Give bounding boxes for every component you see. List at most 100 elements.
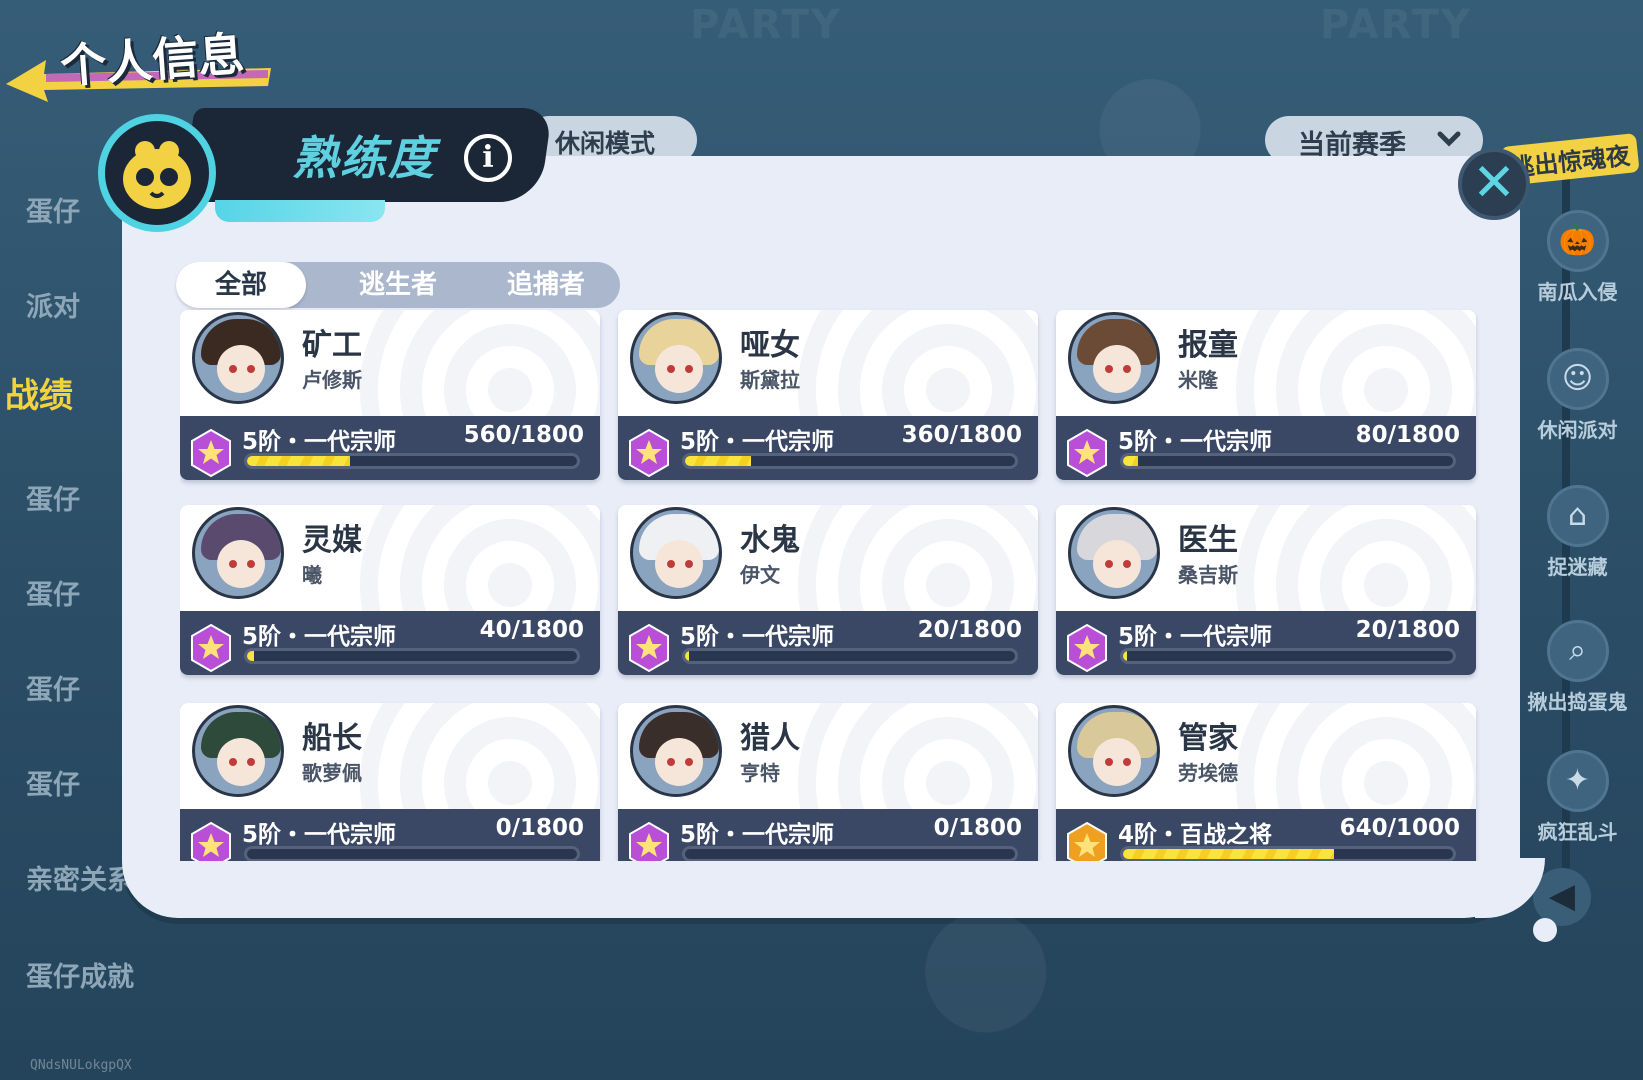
- character-person-name: 亨特: [740, 761, 780, 785]
- info-icon[interactable]: i: [464, 134, 512, 182]
- avatar-eye: [247, 560, 255, 568]
- character-role-name: 管家: [1178, 721, 1238, 756]
- rail-item[interactable]: ⌂ 捉迷藏: [1512, 485, 1643, 580]
- character-person-name: 卢修斯: [302, 368, 362, 392]
- avatar-eye: [1123, 365, 1131, 373]
- progress-track: [682, 846, 1018, 861]
- pumpkin-icon: 🎃: [1546, 210, 1609, 272]
- character-person-name: 米隆: [1178, 368, 1218, 392]
- rank-badge-icon: [1067, 821, 1107, 861]
- rank-bar: 5阶・一代宗师 20/1800: [618, 611, 1038, 675]
- progress-fill: [1123, 456, 1138, 466]
- rank-title: 5阶・一代宗师: [680, 624, 835, 650]
- rank-badge-icon: [629, 623, 669, 673]
- rail-item[interactable]: ☺ 休闲派对: [1512, 348, 1643, 443]
- character-role-name: 猎人: [740, 721, 800, 756]
- page-title: 个人信息: [58, 26, 246, 94]
- tab-1[interactable]: 逃生者: [324, 262, 472, 308]
- side-nav-item[interactable]: 战绩: [5, 368, 73, 417]
- progress-track: [244, 846, 580, 861]
- rail-item-label: 疯狂乱斗: [1537, 820, 1618, 844]
- party-icon: ☺: [1546, 348, 1609, 410]
- avatar-eye: [685, 758, 693, 766]
- proficiency-card[interactable]: 哑女 斯黛拉 5阶・一代宗师 360/1800: [618, 310, 1038, 480]
- rail-item[interactable]: ⌕ 揪出捣蛋鬼: [1512, 620, 1643, 715]
- character-role-name: 哑女: [740, 328, 800, 363]
- rank-badge-icon: [1067, 428, 1107, 478]
- character-avatar: [1068, 312, 1160, 404]
- progress-fill: [1123, 651, 1127, 661]
- rail-item-label: 休闲派对: [1537, 418, 1618, 442]
- proficiency-card[interactable]: 医生 桑吉斯 5阶・一代宗师 20/1800: [1056, 505, 1476, 675]
- character-avatar: [630, 507, 722, 599]
- rank-title: 5阶・一代宗师: [242, 822, 397, 848]
- close-button[interactable]: ✕: [1458, 148, 1530, 220]
- proficiency-grid: 矿工 卢修斯 5阶・一代宗师 560/1800 哑女 斯黛拉 5阶・一代宗师 360/1800…: [180, 308, 1480, 861]
- avatar-face: [655, 738, 703, 786]
- character-avatar: [1068, 507, 1160, 599]
- character-role-name: 水鬼: [740, 523, 800, 558]
- rank-bar: 4阶・百战之将 640/1000: [1056, 809, 1476, 861]
- avatar-eye: [229, 560, 237, 568]
- rank-progress-value: 40/1800: [479, 617, 584, 643]
- tab-2[interactable]: 追捕者: [472, 262, 620, 308]
- rank-progress-value: 80/1800: [1355, 422, 1460, 448]
- character-avatar: [630, 705, 722, 797]
- rail-item-label: 南瓜入侵: [1537, 280, 1618, 304]
- side-nav-item[interactable]: 派对: [26, 285, 80, 324]
- side-nav-item[interactable]: 蛋仔: [26, 763, 80, 802]
- rail-item-label: 揪出捣蛋鬼: [1527, 690, 1628, 714]
- side-nav-item[interactable]: 蛋仔: [26, 190, 80, 229]
- rank-progress-value: 560/1800: [463, 422, 584, 448]
- avatar-eye: [667, 560, 675, 568]
- avatar-eye: [1105, 758, 1113, 766]
- rail-item[interactable]: 🎃 南瓜入侵: [1512, 210, 1643, 305]
- progress-fill: [685, 456, 751, 466]
- rank-badge-icon: [1067, 623, 1107, 673]
- rank-progress-value: 20/1800: [917, 617, 1022, 643]
- side-nav-item[interactable]: 蛋仔: [26, 573, 80, 612]
- rank-progress-value: 0/1800: [933, 815, 1022, 841]
- proficiency-card[interactable]: 管家劳埃德 4阶・百战之将 640/1000: [1056, 703, 1476, 861]
- progress-fill: [685, 651, 689, 661]
- side-nav-item[interactable]: 蛋仔成就: [26, 955, 134, 994]
- character-person-name: 劳埃德: [1178, 761, 1238, 785]
- rank-badge-icon: [191, 821, 231, 861]
- avatar-eye: [685, 560, 693, 568]
- character-avatar: [630, 312, 722, 404]
- avatar-eye: [229, 365, 237, 373]
- event-rail: 逃出惊魂夜 🎃 南瓜入侵 ☺ 休闲派对 ⌂ 捉迷藏 ⌕ 揪出捣蛋鬼 ✦ 疯狂乱斗: [1500, 110, 1643, 870]
- magnifier-icon: ⌕: [1546, 620, 1609, 682]
- avatar-face: [1093, 738, 1141, 786]
- avatar-eye: [685, 365, 693, 373]
- rank-bar: 5阶・一代宗师 20/1800: [1056, 611, 1476, 675]
- side-nav-item[interactable]: 蛋仔: [26, 478, 80, 517]
- avatar-face: [1093, 540, 1141, 588]
- avatar-eye: [247, 758, 255, 766]
- character-person-name: 曦: [302, 563, 322, 587]
- tab-0[interactable]: 全部: [176, 262, 306, 308]
- avatar-face: [217, 540, 265, 588]
- side-nav-item[interactable]: 亲密关系: [26, 858, 134, 897]
- proficiency-card[interactable]: 报童米隆 5阶・一代宗师 80/1800: [1056, 310, 1476, 480]
- hide-seek-icon: ⌂: [1546, 485, 1609, 547]
- rank-badge-icon: [629, 821, 669, 861]
- rail-item[interactable]: ✦ 疯狂乱斗: [1512, 750, 1643, 845]
- progress-track: [682, 453, 1018, 469]
- rank-bar: 5阶・一代宗师 560/1800: [180, 416, 600, 480]
- character-person-name: 桑吉斯: [1178, 563, 1238, 587]
- rank-bar: 5阶・一代宗师 80/1800: [1056, 416, 1476, 480]
- proficiency-card[interactable]: 猎人 亨特 5阶・一代宗师 0/1800: [618, 703, 1038, 861]
- side-nav-item[interactable]: 蛋仔: [26, 668, 80, 707]
- progress-fill: [247, 651, 255, 661]
- avatar-eye: [1123, 560, 1131, 568]
- bg-party-text-2: PARTY: [1320, 2, 1472, 48]
- avatar-eye: [1105, 365, 1113, 373]
- proficiency-card[interactable]: 灵媒曦 5阶・一代宗师 40/1800: [180, 505, 600, 675]
- proficiency-card[interactable]: 矿工 卢修斯 5阶・一代宗师 560/1800: [180, 310, 600, 480]
- proficiency-card[interactable]: 水鬼 伊文 5阶・一代宗师 20/1800: [618, 505, 1038, 675]
- proficiency-card[interactable]: 船长 歌萝佩 5阶・一代宗师 0/1800: [180, 703, 600, 861]
- character-avatar: [192, 312, 284, 404]
- progress-track: [1120, 846, 1456, 861]
- character-role-name: 报童: [1178, 328, 1238, 363]
